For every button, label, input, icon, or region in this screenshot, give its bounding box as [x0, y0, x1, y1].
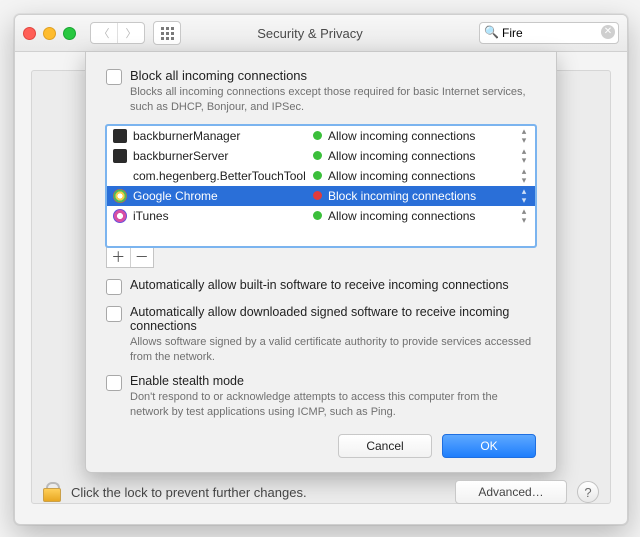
- app-name: Google Chrome: [133, 189, 307, 203]
- window-controls: [23, 27, 76, 40]
- app-status: Allow incoming connections: [328, 209, 475, 223]
- cancel-button[interactable]: Cancel: [338, 434, 432, 458]
- lock-icon[interactable]: [43, 482, 61, 502]
- auto-builtin-label: Automatically allow built-in software to…: [130, 278, 509, 292]
- block-all-desc: Blocks all incoming connections except t…: [130, 85, 536, 115]
- preferences-window: 〈 〉 Security & Privacy 🔍 ✕ Block all i: [14, 14, 628, 525]
- app-row[interactable]: backburnerServer Allow incoming connecti…: [107, 146, 535, 166]
- block-all-label: Block all incoming connections: [130, 68, 536, 83]
- stealth-checkbox[interactable]: [106, 375, 122, 391]
- app-name: iTunes: [133, 209, 307, 223]
- firewall-options-sheet: Block all incoming connections Blocks al…: [85, 51, 557, 473]
- app-status: Block incoming connections: [328, 189, 476, 203]
- lock-text: Click the lock to prevent further change…: [71, 485, 307, 500]
- close-window-button[interactable]: [23, 27, 36, 40]
- status-stepper-icon[interactable]: ▴▾: [519, 187, 529, 205]
- app-status: Allow incoming connections: [328, 129, 475, 143]
- ok-button[interactable]: OK: [442, 434, 536, 458]
- clear-search-button[interactable]: ✕: [601, 25, 615, 39]
- advanced-button[interactable]: Advanced…: [455, 480, 567, 504]
- auto-signed-label: Automatically allow downloaded signed so…: [130, 305, 536, 333]
- nav-back-forward: 〈 〉: [90, 22, 145, 44]
- status-stepper-icon[interactable]: ▴▾: [519, 127, 529, 145]
- status-stepper-icon[interactable]: ▴▾: [519, 147, 529, 165]
- itunes-icon: [113, 209, 127, 223]
- app-row[interactable]: backburnerManager Allow incoming connect…: [107, 126, 535, 146]
- status-dot-icon: [313, 191, 322, 200]
- window-title: Security & Privacy: [149, 26, 471, 41]
- status-dot-icon: [313, 211, 322, 220]
- app-status: Allow incoming connections: [328, 169, 475, 183]
- search-field-wrap: 🔍 ✕: [479, 22, 619, 44]
- forward-button[interactable]: 〉: [117, 23, 144, 43]
- status-stepper-icon[interactable]: ▴▾: [519, 167, 529, 185]
- chrome-icon: [113, 189, 127, 203]
- add-app-button[interactable]: ＋: [107, 247, 130, 267]
- add-remove-controls: ＋ －: [106, 247, 154, 268]
- auto-signed-desc: Allows software signed by a valid certif…: [130, 335, 536, 365]
- help-button[interactable]: ?: [577, 481, 599, 503]
- minimize-window-button[interactable]: [43, 27, 56, 40]
- lock-row: Click the lock to prevent further change…: [43, 480, 599, 504]
- status-dot-icon: [313, 131, 322, 140]
- status-dot-icon: [313, 151, 322, 160]
- app-icon: [113, 169, 127, 183]
- stealth-label: Enable stealth mode: [130, 374, 536, 388]
- app-row[interactable]: com.hegenberg.BetterTouchTool Allow inco…: [107, 166, 535, 186]
- search-input[interactable]: [479, 22, 619, 44]
- remove-app-button[interactable]: －: [130, 247, 154, 267]
- titlebar: 〈 〉 Security & Privacy 🔍 ✕: [15, 15, 627, 52]
- stealth-desc: Don't respond to or acknowledge attempts…: [130, 390, 536, 420]
- app-name: com.hegenberg.BetterTouchTool: [133, 169, 307, 183]
- back-button[interactable]: 〈: [91, 23, 117, 43]
- auto-builtin-checkbox[interactable]: [106, 279, 122, 295]
- app-name: backburnerManager: [133, 129, 307, 143]
- app-row[interactable]: Google Chrome Block incoming connections…: [107, 186, 535, 206]
- status-dot-icon: [313, 171, 322, 180]
- app-status: Allow incoming connections: [328, 149, 475, 163]
- firewall-app-list[interactable]: backburnerManager Allow incoming connect…: [106, 125, 536, 247]
- auto-signed-checkbox[interactable]: [106, 306, 122, 322]
- app-row[interactable]: iTunes Allow incoming connections ▴▾: [107, 206, 535, 226]
- zoom-window-button[interactable]: [63, 27, 76, 40]
- search-icon: 🔍: [484, 25, 499, 39]
- status-stepper-icon[interactable]: ▴▾: [519, 207, 529, 225]
- app-name: backburnerServer: [133, 149, 307, 163]
- app-icon: [113, 129, 127, 143]
- app-icon: [113, 149, 127, 163]
- block-all-checkbox[interactable]: [106, 69, 122, 85]
